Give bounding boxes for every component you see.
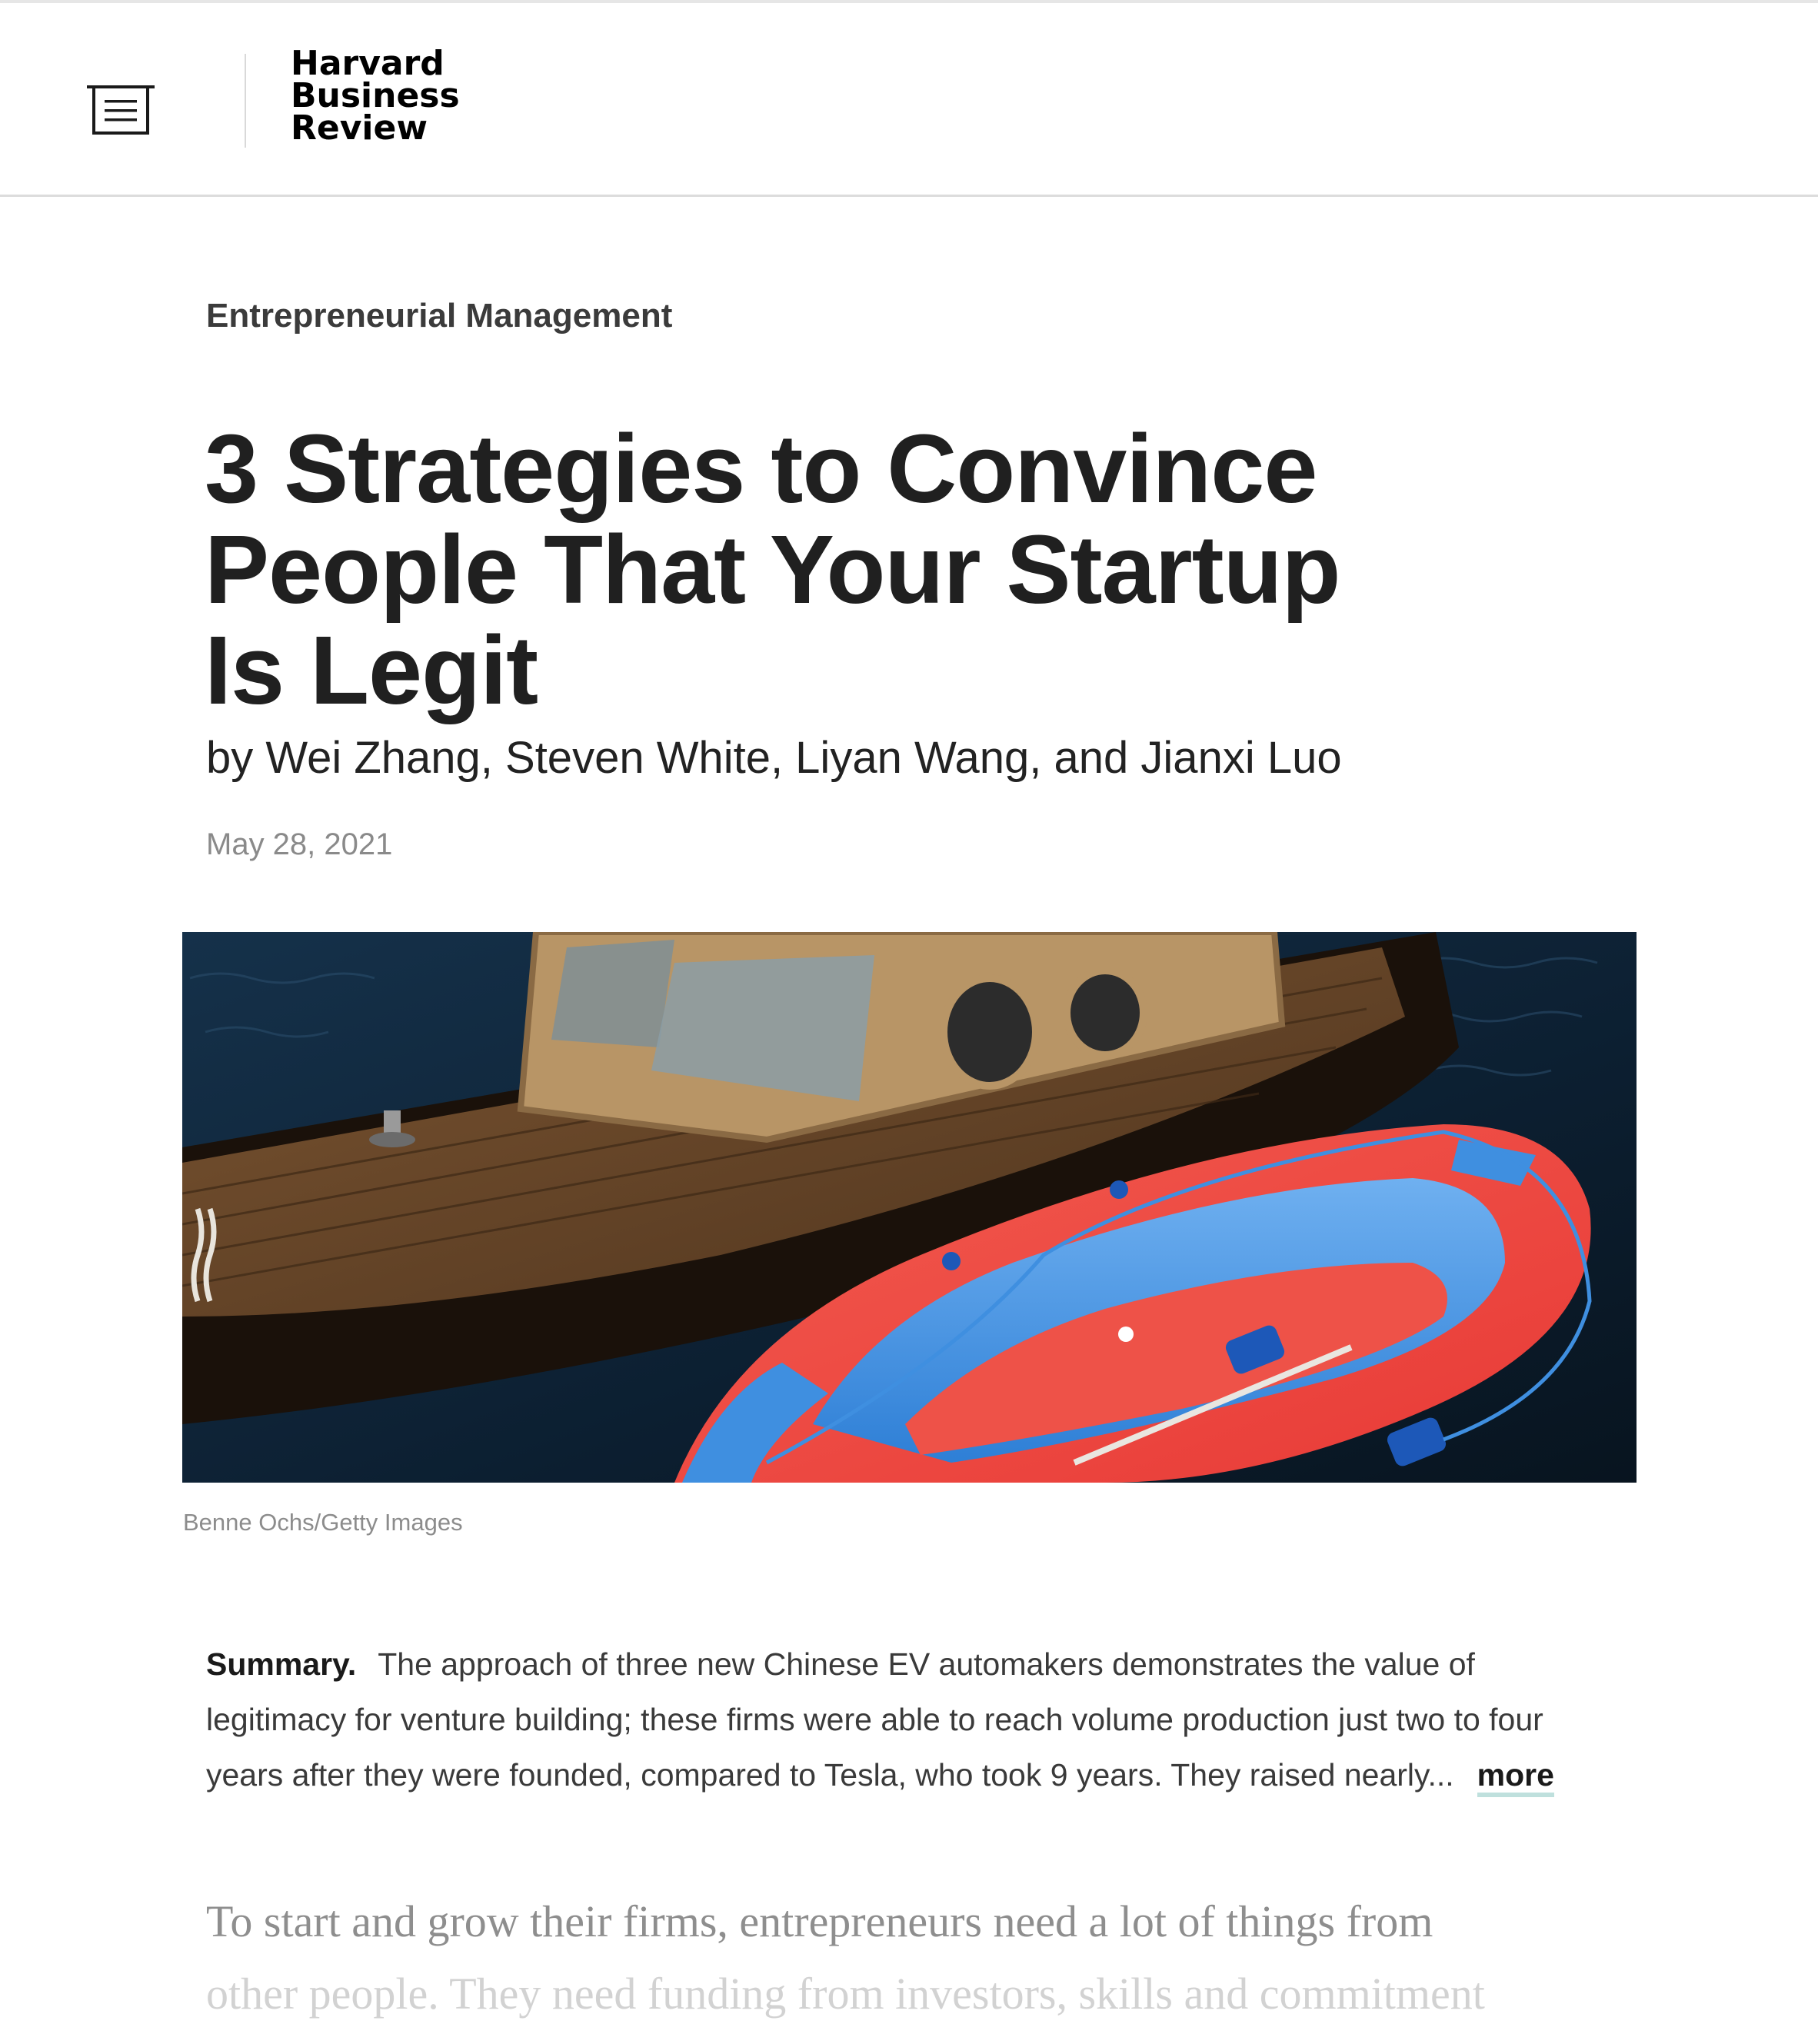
body-line: To start and grow their firms, entrepren… — [206, 1896, 1433, 1946]
menu-list-icon — [87, 85, 155, 135]
topic-link[interactable]: Entrepreneurial Management — [206, 297, 672, 335]
hero-image — [182, 932, 1637, 1483]
menu-button[interactable] — [86, 83, 155, 137]
logo-line: Harvard — [291, 44, 445, 83]
summary-more-link[interactable]: more — [1477, 1757, 1554, 1797]
logo-line: Review — [291, 108, 428, 148]
summary-label: Summary. — [206, 1646, 357, 1682]
article-summary: Summary. The approach of three new Chines… — [206, 1636, 1637, 1803]
article-title: 3 Strategies to Convince People That You… — [205, 418, 1512, 721]
image-credit: Benne Ochs/Getty Images — [183, 1509, 463, 1536]
byline: by Wei Zhang, Steven White, Liyan Wang, … — [206, 733, 1342, 783]
summary-text: years after they were founded, compared … — [206, 1757, 1454, 1793]
summary-line: legitimacy for venture building; these f… — [206, 1702, 1543, 1737]
summary-line: years after they were founded, compared … — [206, 1747, 1637, 1803]
summary-line: Summary. The approach of three new Chines… — [206, 1636, 1637, 1692]
header-divider — [245, 54, 246, 148]
hbr-logo[interactable]: Harvard Business Review — [291, 44, 460, 148]
logo-line: Business — [291, 76, 460, 115]
summary-text: The approach of three new Chinese EV aut… — [378, 1646, 1475, 1682]
title-line: People That Your Startup — [205, 515, 1341, 624]
body-line: other people. They need funding from inv… — [206, 1969, 1485, 2019]
article-body: To start and grow their firms, entrepren… — [206, 1886, 1637, 2030]
publish-date: May 28, 2021 — [206, 827, 393, 861]
title-line: Is Legit — [205, 616, 538, 724]
site-header: Harvard Business Review — [0, 3, 1818, 197]
title-line: 3 Strategies to Convince — [205, 414, 1317, 523]
